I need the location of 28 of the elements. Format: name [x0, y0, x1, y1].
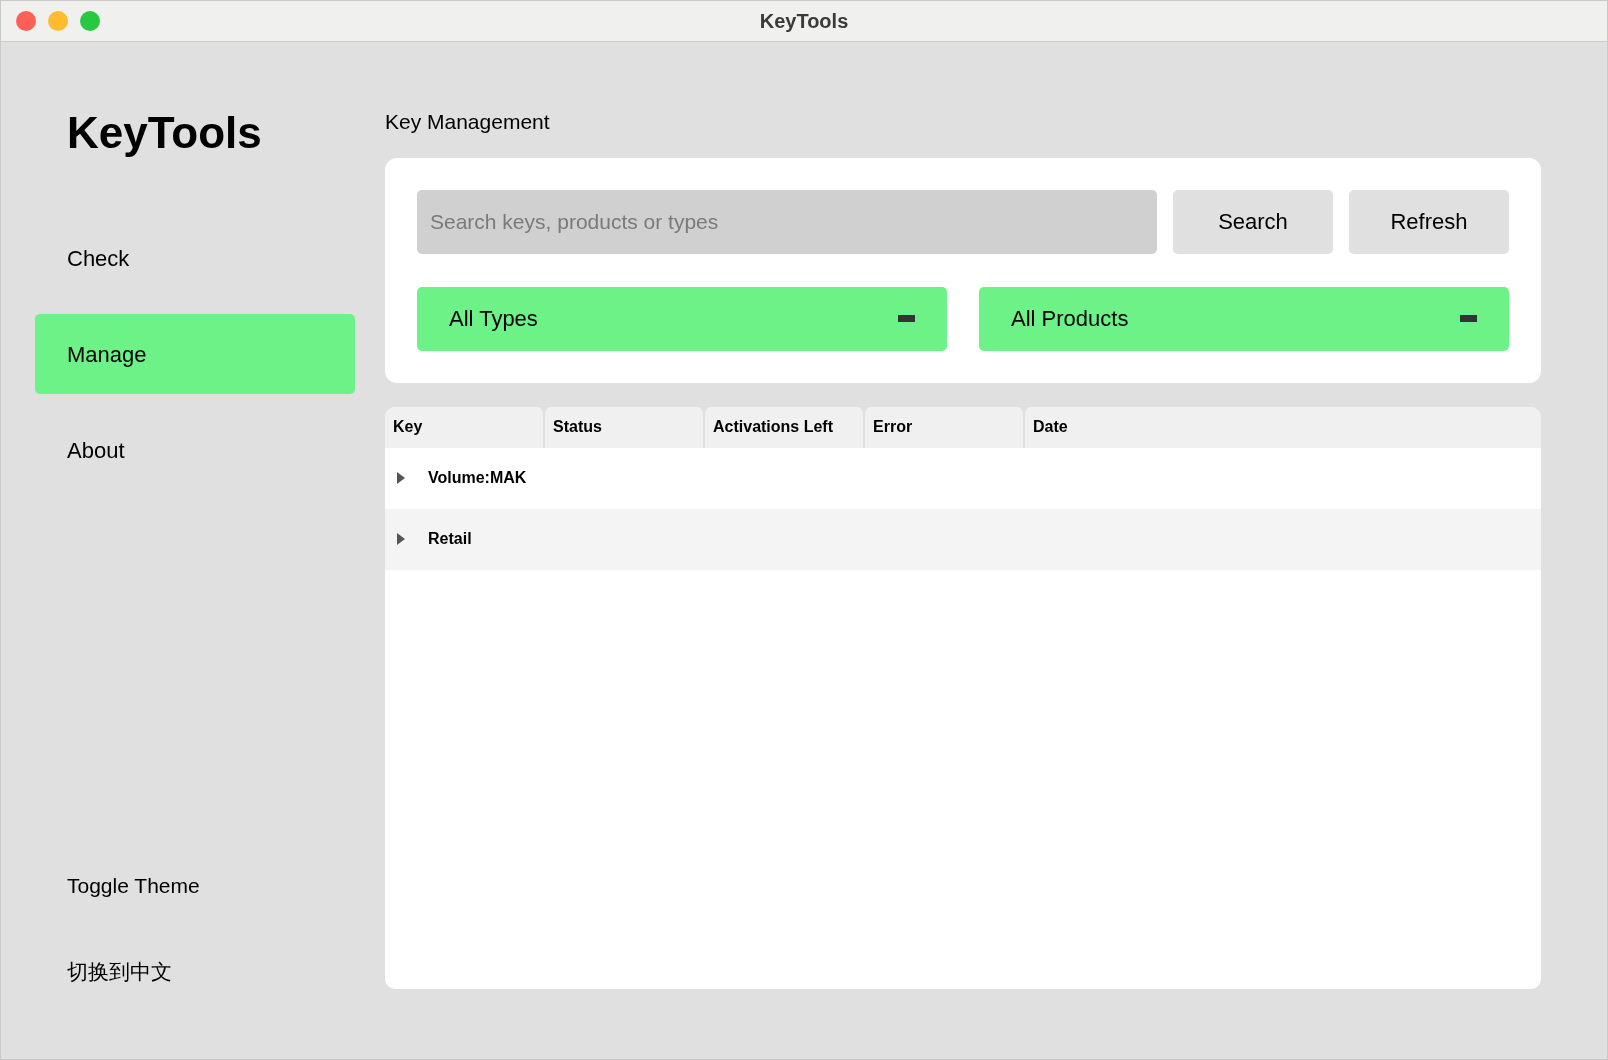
sidebar-item[interactable]: Manage: [35, 314, 355, 394]
search-button[interactable]: Search: [1173, 189, 1333, 254]
dropdown-bar-icon: [898, 315, 915, 322]
close-window-icon[interactable]: [16, 11, 36, 31]
sidebar-item[interactable]: About: [35, 410, 355, 490]
group-label: Retail: [428, 529, 472, 549]
sidebar-item[interactable]: Check: [35, 218, 355, 298]
sidebar-button[interactable]: Toggle Theme: [35, 870, 200, 902]
table-row[interactable]: Retail: [385, 508, 1541, 570]
caret-right-icon[interactable]: [397, 472, 405, 484]
filter-dropdown[interactable]: All Products: [979, 286, 1509, 351]
column-header[interactable]: Error: [865, 406, 1023, 448]
column-header[interactable]: Key: [385, 406, 543, 448]
maximize-window-icon[interactable]: [80, 11, 100, 31]
search-field[interactable]: Search keys, products or types: [417, 189, 1157, 254]
column-header[interactable]: Activations Left: [705, 406, 863, 448]
sidebar-button[interactable]: 切换到中文: [35, 955, 172, 987]
column-header[interactable]: Date: [1025, 406, 1541, 448]
group-label: Volume:MAK: [428, 468, 527, 488]
minimize-window-icon[interactable]: [48, 11, 68, 31]
caret-right-icon[interactable]: [397, 533, 405, 545]
dropdown-bar-icon: [1460, 315, 1477, 322]
refresh-button[interactable]: Refresh: [1349, 189, 1509, 254]
app-logo: KeyTools: [66, 107, 262, 159]
filter-dropdown[interactable]: All Types: [417, 286, 947, 351]
page-title: Key Management: [385, 109, 550, 135]
column-header[interactable]: Status: [545, 406, 703, 448]
window-title: KeyTools: [759, 9, 849, 34]
